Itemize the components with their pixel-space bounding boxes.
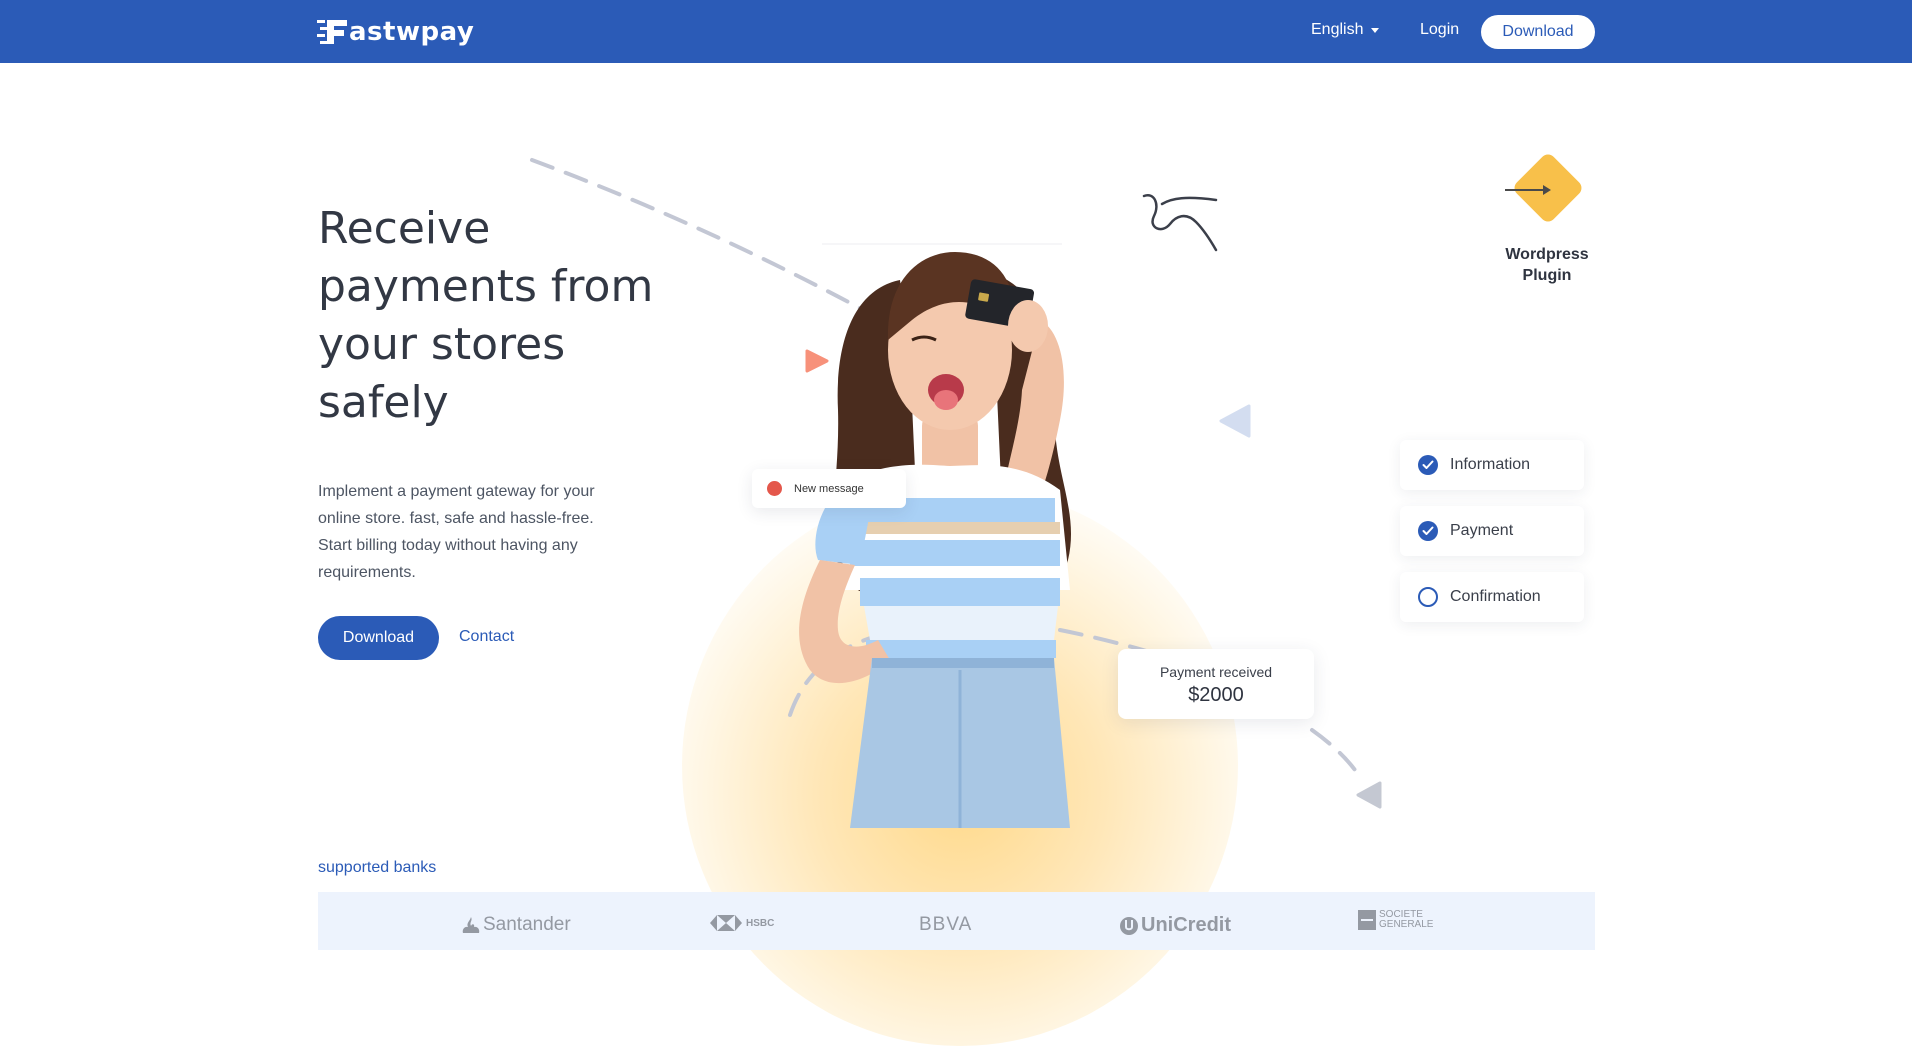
step-information: Information — [1400, 440, 1584, 490]
red-dot-icon — [767, 481, 782, 496]
banks-strip: Santander HSBC BBVA UniCredit SOCIETE GE… — [318, 892, 1595, 950]
language-selector[interactable]: English — [1311, 21, 1380, 39]
bank-name: Santander — [483, 914, 571, 935]
woman-with-card-illustration — [799, 252, 1072, 828]
bank-name: SOCIETE GENERALE — [1379, 909, 1434, 930]
bank-logo-bbva: BBVA — [919, 914, 972, 936]
hero-photo — [650, 240, 1270, 828]
payment-received-card: Payment received $2000 — [1118, 649, 1314, 719]
bank-logo-hsbc: HSBC — [709, 914, 774, 932]
bank-logo-santander: Santander — [461, 914, 571, 936]
contact-link[interactable]: Contact — [459, 628, 514, 646]
unicredit-icon — [1120, 916, 1138, 935]
santander-flame-icon — [462, 917, 480, 933]
login-link[interactable]: Login — [1420, 21, 1459, 39]
logo-text: astwpay — [349, 17, 475, 47]
bank-name: UniCredit — [1141, 914, 1231, 936]
top-navigation-bar: astwpay English Login Download — [0, 0, 1912, 63]
check-icon — [1418, 455, 1438, 475]
bank-name: HSBC — [746, 917, 775, 929]
step-payment: Payment — [1400, 506, 1584, 556]
supported-banks-title: supported banks — [318, 859, 437, 876]
bank-logo-societe-generale: SOCIETE GENERALE — [1358, 910, 1451, 930]
hero-description: Implement a payment gateway for your onl… — [318, 483, 595, 581]
fastwpay-logo[interactable]: astwpay — [317, 15, 474, 49]
step-label: Confirmation — [1450, 588, 1541, 605]
triangle-left-icon — [1356, 781, 1382, 809]
header-download-button[interactable]: Download — [1481, 15, 1595, 49]
circle-icon — [1418, 587, 1438, 607]
logo-mark-icon — [317, 20, 347, 44]
hero-title: Receive payments from your stores safely — [318, 203, 654, 428]
step-label: Information — [1450, 456, 1531, 473]
hero-download-button[interactable]: Download — [318, 616, 439, 660]
step-confirmation: Confirmation — [1400, 572, 1584, 622]
wordpress-plugin-label: Wordpress Plugin — [1505, 246, 1589, 284]
bank-name: BBVA — [919, 914, 973, 935]
payment-received-label: Payment received — [1159, 664, 1273, 680]
hsbc-hexagon-icon — [710, 915, 742, 931]
check-icon — [1418, 521, 1438, 541]
step-label: Payment — [1450, 522, 1514, 539]
language-label: English — [1311, 21, 1364, 38]
new-message-notification: New message — [752, 469, 906, 508]
societe-generale-icon — [1358, 910, 1376, 930]
new-message-text: New message — [794, 482, 864, 495]
arrow-right-icon — [1505, 185, 1551, 195]
payment-amount: $2000 — [1188, 684, 1244, 706]
caret-down-icon — [1371, 27, 1380, 33]
bank-logo-unicredit: UniCredit — [1119, 914, 1231, 937]
